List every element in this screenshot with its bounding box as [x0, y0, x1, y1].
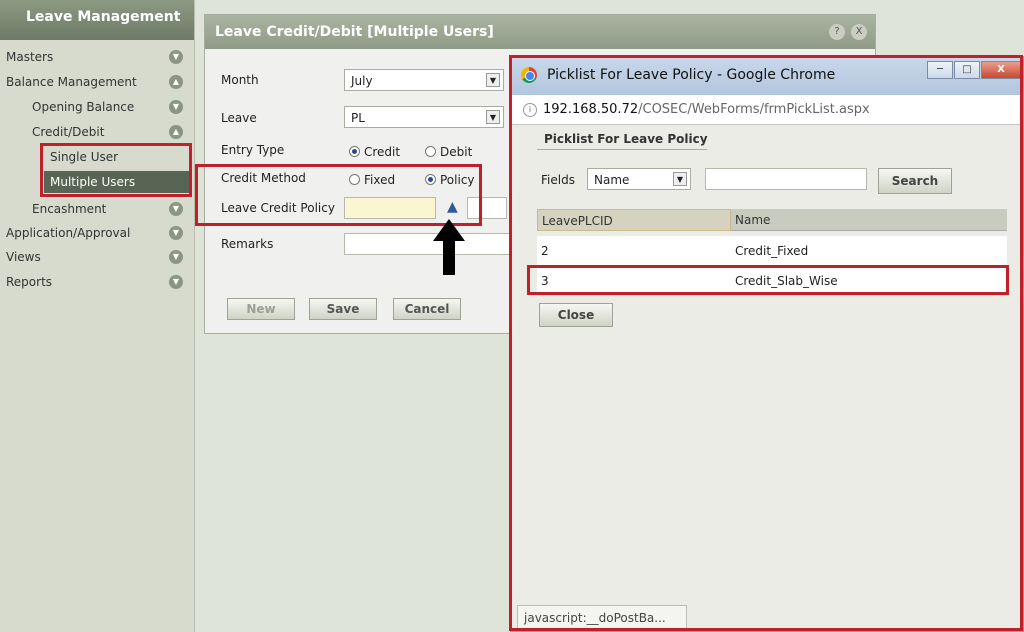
arrow-up-icon [433, 219, 465, 275]
expand-icon[interactable]: ▼ [169, 250, 183, 264]
remarks-input[interactable] [344, 233, 512, 255]
sidebar-item-opening-balance[interactable]: Opening Balance ▼ [0, 96, 194, 118]
sidebar-title: Leave Management [0, 0, 194, 40]
sidebar-item-label: Application/Approval [6, 226, 131, 240]
dropdown-arrow-icon[interactable]: ▼ [486, 73, 500, 87]
sidebar-item-label: Reports [6, 275, 53, 289]
new-button[interactable]: New [227, 298, 295, 320]
highlight-box [195, 164, 482, 226]
sidebar: Leave Management Masters ▼ Balance Manag… [0, 0, 195, 632]
debit-radio-label: Debit [440, 145, 473, 159]
dropdown-arrow-icon[interactable]: ▼ [486, 110, 500, 124]
remarks-label: Remarks [221, 237, 274, 251]
sidebar-item-label: Balance Management [6, 75, 137, 89]
cancel-button[interactable]: Cancel [393, 298, 461, 320]
help-icon[interactable]: ? [829, 24, 845, 40]
expand-icon[interactable]: ▼ [169, 226, 183, 240]
sidebar-item-label: Opening Balance [32, 100, 135, 114]
highlight-box [509, 55, 1023, 631]
collapse-icon[interactable]: ▲ [169, 125, 183, 139]
leave-select[interactable]: PL ▼ [344, 106, 504, 128]
month-value: July [351, 74, 373, 88]
month-select[interactable]: July ▼ [344, 69, 504, 91]
leave-value: PL [351, 111, 365, 125]
radio-unchecked-icon [425, 146, 436, 157]
sidebar-item-views[interactable]: Views ▼ [0, 246, 194, 268]
entry-type-label: Entry Type [221, 143, 285, 157]
dialog-title: Leave Credit/Debit [Multiple Users] [205, 15, 875, 49]
credit-radio-label: Credit [364, 145, 401, 159]
credit-radio[interactable]: Credit [349, 145, 400, 159]
picklist-popup-window: Picklist For Leave Policy - Google Chrom… [509, 55, 1024, 632]
month-label: Month [221, 73, 259, 87]
sidebar-item-masters[interactable]: Masters ▼ [0, 46, 194, 68]
radio-checked-icon [349, 146, 360, 157]
sidebar-item-reports[interactable]: Reports ▼ [0, 271, 194, 293]
sidebar-item-label: Masters [6, 50, 54, 64]
sidebar-item-label: Encashment [32, 202, 107, 216]
sidebar-item-label: Views [6, 250, 41, 264]
sidebar-item-balance-management[interactable]: Balance Management ▲ [0, 71, 194, 93]
close-icon[interactable]: X [851, 24, 867, 40]
expand-icon[interactable]: ▼ [169, 202, 183, 216]
expand-icon[interactable]: ▼ [169, 50, 183, 64]
expand-icon[interactable]: ▼ [169, 275, 183, 289]
save-button[interactable]: Save [309, 298, 377, 320]
sidebar-item-label: Credit/Debit [32, 125, 105, 139]
highlight-box [40, 143, 192, 197]
collapse-icon[interactable]: ▲ [169, 75, 183, 89]
leave-label: Leave [221, 111, 257, 125]
sidebar-item-encashment[interactable]: Encashment ▼ [0, 198, 194, 220]
sidebar-item-credit-debit[interactable]: Credit/Debit ▲ [0, 121, 194, 143]
debit-radio[interactable]: Debit [425, 145, 472, 159]
expand-icon[interactable]: ▼ [169, 100, 183, 114]
sidebar-item-application-approval[interactable]: Application/Approval ▼ [0, 222, 194, 244]
